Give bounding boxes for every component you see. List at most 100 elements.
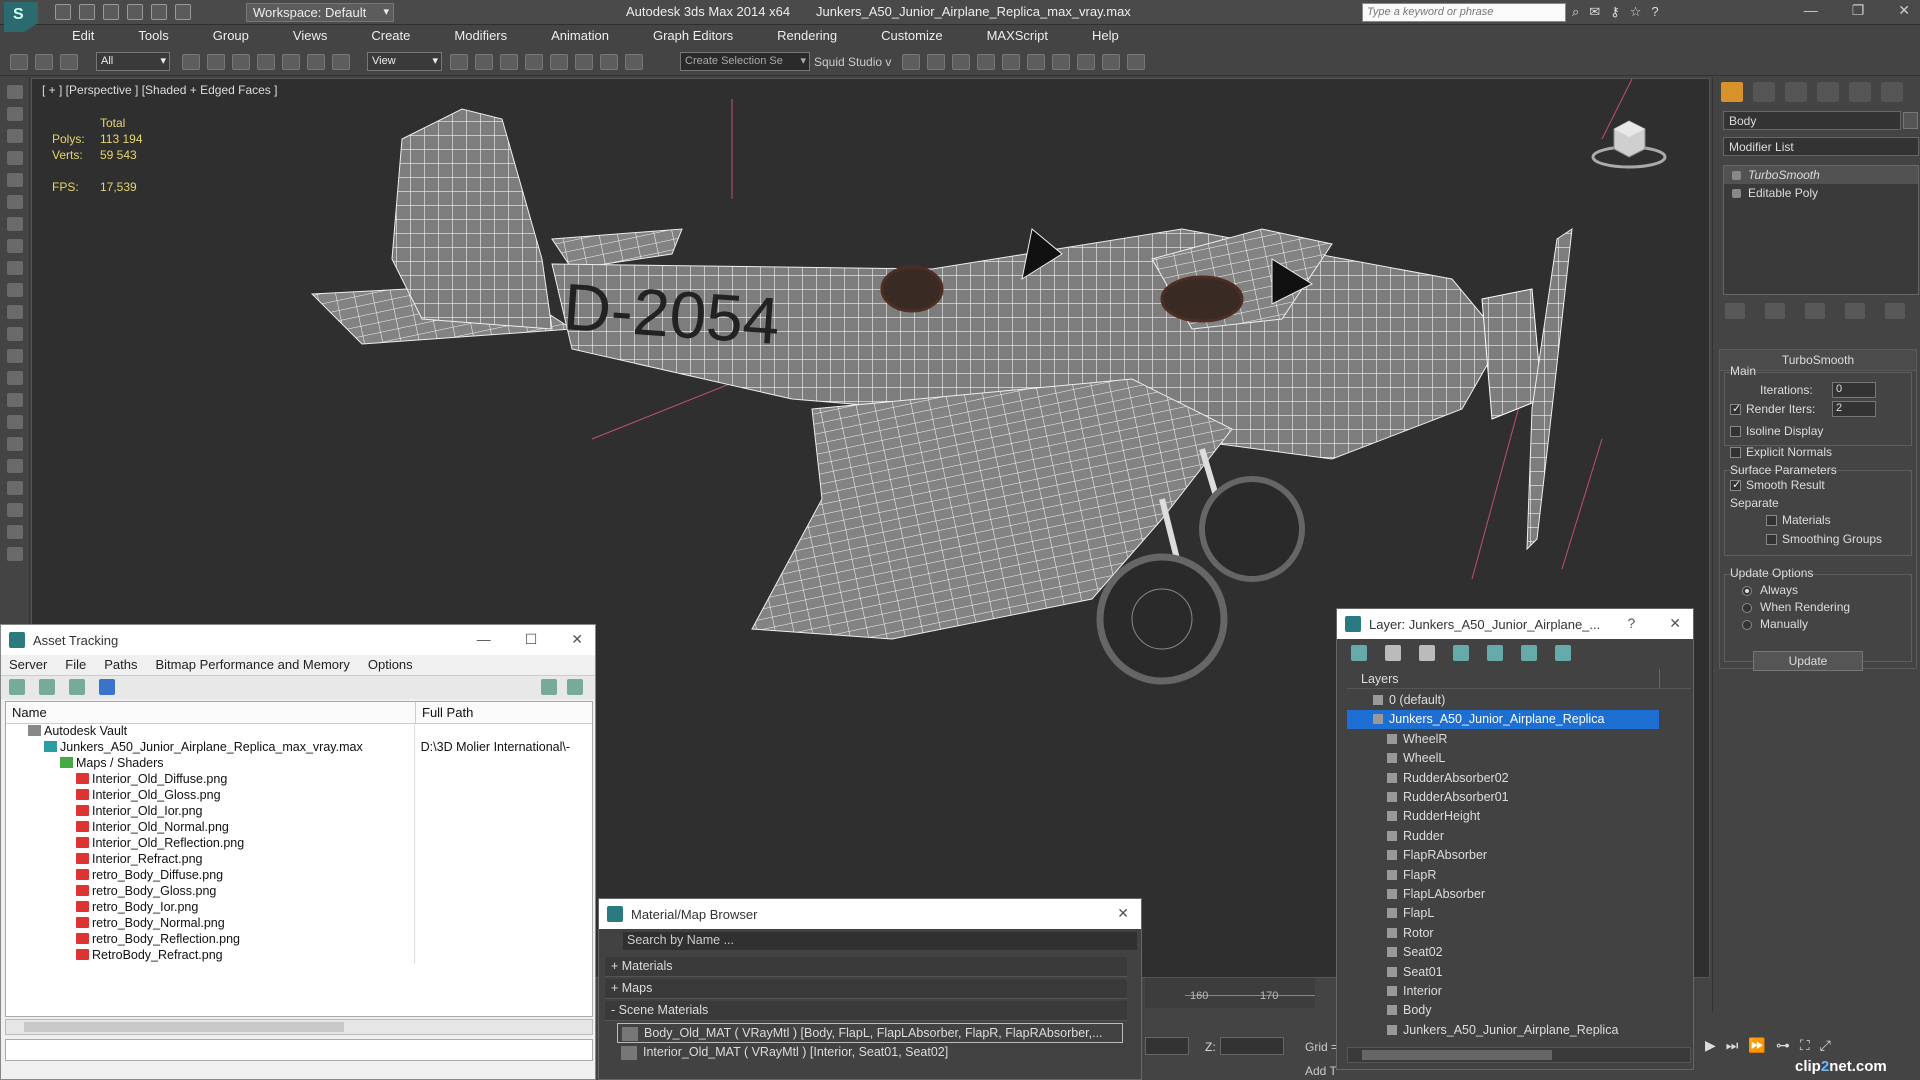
display-tab-icon[interactable] (1849, 82, 1871, 102)
manually-radio[interactable] (1742, 620, 1752, 630)
help-icon[interactable] (541, 679, 557, 695)
layer-object-row[interactable]: Seat02 (1347, 943, 1659, 962)
redo-icon[interactable] (151, 4, 167, 20)
stack-item-editable-poly[interactable]: Editable Poly (1724, 184, 1918, 202)
layer-filter-icon[interactable] (1351, 645, 1367, 661)
section-scene-materials[interactable]: - Scene Materials (605, 1001, 1127, 1021)
strip-tool-icon[interactable] (7, 305, 23, 319)
maximize-viewport-icon[interactable]: ⤢ (1820, 1037, 1831, 1054)
menu-maxscript[interactable]: MAXScript (959, 25, 1064, 47)
strip-tool-icon[interactable] (7, 327, 23, 341)
app-logo-icon[interactable]: S (4, 2, 38, 32)
material-editor-icon[interactable] (1052, 54, 1070, 70)
menu-graph-editors[interactable]: Graph Editors (625, 25, 749, 47)
strip-tool-icon[interactable] (7, 437, 23, 451)
menu-animation[interactable]: Animation (523, 25, 625, 47)
smooth-result-checkbox[interactable] (1730, 478, 1741, 491)
add-to-layer-icon[interactable] (1453, 645, 1469, 661)
strip-tool-icon[interactable] (7, 525, 23, 539)
snaps-toggle-icon[interactable] (525, 54, 543, 70)
menu-file[interactable]: File (65, 655, 86, 675)
pin-stack-icon[interactable] (1725, 303, 1745, 319)
menu-group[interactable]: Group (185, 25, 265, 47)
binoculars-icon[interactable]: ⌕ (1572, 4, 1579, 20)
strip-tool-icon[interactable] (7, 261, 23, 275)
layer-object-row[interactable]: Interior (1347, 982, 1659, 1001)
layer-object-row[interactable]: Rotor (1347, 924, 1659, 943)
spinner-snap-icon[interactable] (600, 54, 618, 70)
viewcube-icon[interactable] (1589, 113, 1669, 173)
layer-object-row[interactable]: FlapR (1347, 866, 1659, 885)
highlight-layer-icon[interactable] (1521, 645, 1537, 661)
project-folder-icon[interactable] (175, 4, 191, 20)
delete-layer-icon[interactable] (1385, 645, 1401, 661)
strip-tool-icon[interactable] (7, 349, 23, 363)
ribbon-icon[interactable] (977, 54, 995, 70)
scale-icon[interactable] (332, 54, 350, 70)
material-search-input[interactable]: Search by Name ... (623, 932, 1137, 950)
help-icon[interactable]: ? (1627, 615, 1635, 632)
strip-tool-icon[interactable] (7, 371, 23, 385)
layer-horizontal-scrollbar[interactable] (1347, 1047, 1691, 1063)
menu-rendering[interactable]: Rendering (749, 25, 853, 47)
select-object-icon[interactable] (182, 54, 200, 70)
new-file-icon[interactable] (55, 4, 71, 20)
iterations-spinner[interactable]: 0 (1832, 382, 1876, 398)
menu-views[interactable]: Views (265, 25, 343, 47)
play-icon[interactable]: ▶ (1705, 1037, 1716, 1054)
remove-modifier-icon[interactable] (1845, 303, 1865, 319)
select-manipulate-icon[interactable] (475, 54, 493, 70)
menu-bitmap-performance[interactable]: Bitmap Performance and Memory (156, 655, 350, 675)
render-iters-checkbox[interactable] (1730, 402, 1741, 415)
strip-tool-icon[interactable] (7, 85, 23, 99)
menu-customize[interactable]: Customize (853, 25, 958, 47)
asset-row[interactable]: Interior_Refract.png (6, 852, 592, 868)
strip-tool-icon[interactable] (7, 503, 23, 517)
list-view-icon[interactable] (39, 679, 55, 695)
key-icon[interactable]: ⚷ (1610, 4, 1620, 20)
bind-space-warp-icon[interactable] (60, 54, 78, 70)
create-tab-icon[interactable] (1721, 82, 1743, 102)
maximize-icon[interactable]: ☐ (525, 631, 538, 648)
communication-icon[interactable]: ✉ (1589, 4, 1600, 20)
column-name[interactable]: Name (6, 702, 416, 723)
smoothing-groups-checkbox[interactable] (1766, 534, 1777, 545)
strip-tool-icon[interactable] (7, 217, 23, 231)
modify-tab-icon[interactable] (1753, 82, 1775, 102)
column-full-path[interactable]: Full Path (416, 702, 479, 723)
strip-tool-icon[interactable] (7, 107, 23, 121)
layer-object-row[interactable]: Rudder (1347, 827, 1659, 846)
motion-tab-icon[interactable] (1817, 82, 1839, 102)
link-icon[interactable] (10, 54, 28, 70)
move-icon[interactable] (282, 54, 300, 70)
modifier-list-dropdown[interactable]: Modifier List (1723, 137, 1919, 156)
zoom-extents-icon[interactable]: ⛶ (1800, 1037, 1810, 1054)
object-color-swatch[interactable] (1903, 112, 1918, 129)
asset-row[interactable]: Interior_Old_Gloss.png (6, 788, 592, 804)
strip-tool-icon[interactable] (7, 151, 23, 165)
thumbnail-view-icon[interactable] (69, 679, 85, 695)
named-selection-dropdown[interactable]: Create Selection Se (680, 52, 810, 71)
render-iters-spinner[interactable]: 2 (1832, 401, 1876, 417)
restore-icon[interactable]: ❐ (1852, 2, 1865, 19)
strip-tool-icon[interactable] (7, 283, 23, 297)
layer-explorer-titlebar[interactable]: Layer: Junkers_A50_Junior_Airplane_... ?… (1337, 609, 1693, 639)
layer-object-row[interactable]: RudderAbsorber02 (1347, 769, 1659, 788)
strip-tool-icon[interactable] (7, 129, 23, 143)
materials-checkbox[interactable] (1766, 515, 1777, 526)
layer-row[interactable]: Junkers_A50_Junior_Airplane_Replica (1347, 710, 1659, 730)
make-unique-icon[interactable] (1805, 303, 1825, 319)
close-icon[interactable]: ✕ (1117, 905, 1129, 922)
window-crossing-icon[interactable] (257, 54, 275, 70)
strip-tool-icon[interactable] (7, 459, 23, 473)
rotate-icon[interactable] (307, 54, 325, 70)
menu-tools[interactable]: Tools (110, 25, 184, 47)
asset-row[interactable]: retro_Body_Diffuse.png (6, 868, 592, 884)
strip-tool-icon[interactable] (7, 393, 23, 407)
stack-item-turbosmooth[interactable]: TurboSmooth (1724, 166, 1918, 184)
isoline-checkbox[interactable] (1730, 426, 1741, 437)
menu-modifiers[interactable]: Modifiers (426, 25, 523, 47)
angle-snap-icon[interactable] (550, 54, 568, 70)
asset-row[interactable]: retro_Body_Normal.png (6, 916, 592, 932)
y-coordinate-field[interactable] (1145, 1037, 1189, 1055)
